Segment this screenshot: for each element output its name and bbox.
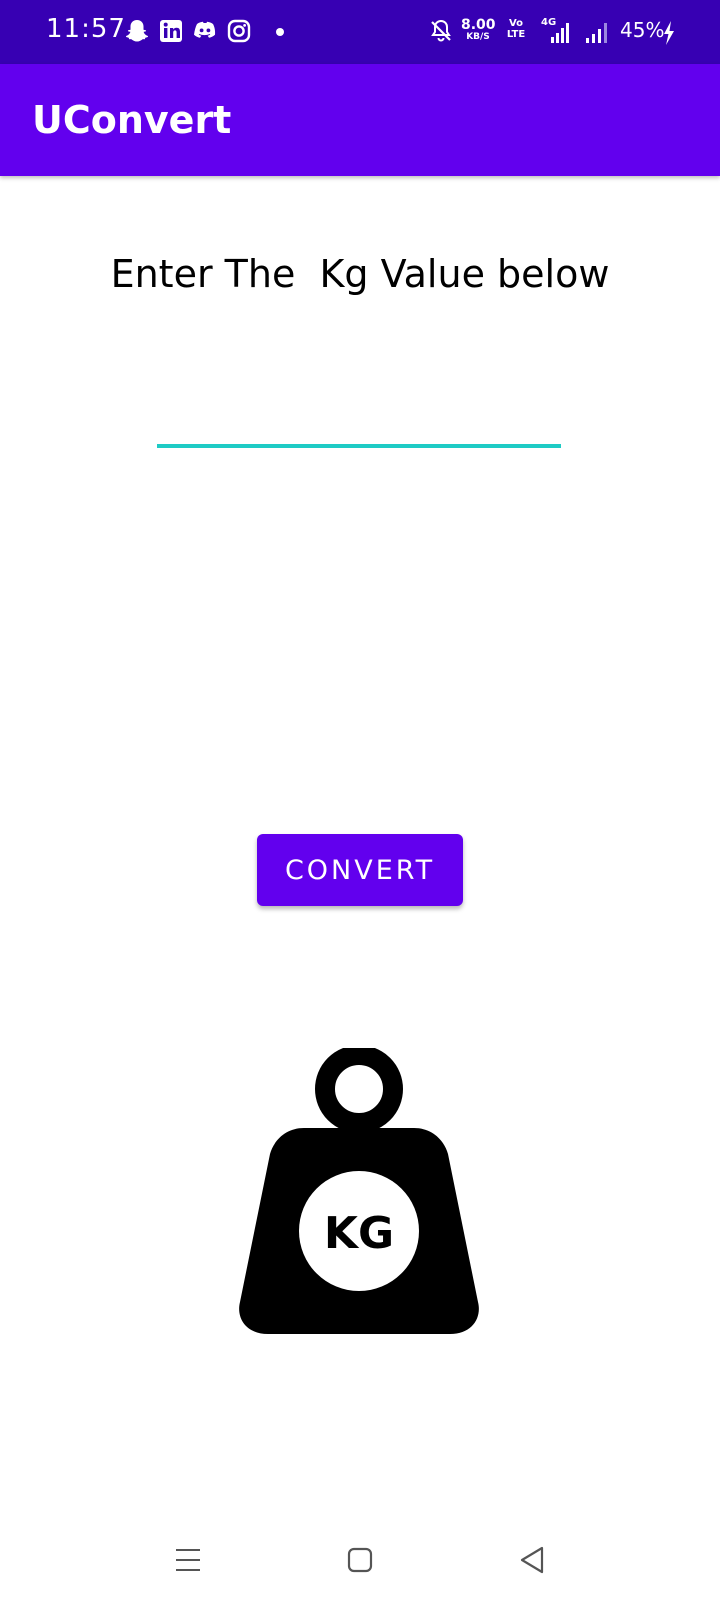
battery-charging-icon: [664, 21, 674, 45]
app-bar: UConvert: [0, 64, 720, 176]
instagram-icon: [227, 19, 251, 43]
signal-icon: [586, 23, 607, 43]
signal-icon: [551, 23, 569, 43]
volte-line2: LTE: [506, 28, 526, 40]
home-icon[interactable]: [340, 1540, 380, 1580]
status-time: 11:57: [46, 14, 126, 44]
network-speed-unit: KB/S: [466, 32, 490, 42]
kg-value-input[interactable]: [157, 392, 561, 448]
kg-weight-label: KG: [324, 1208, 394, 1259]
kg-weight-icon: KG: [239, 1048, 479, 1334]
volte-line1: Vo: [508, 18, 524, 29]
notification-dot: [276, 28, 284, 36]
network-speed: 8.00 KB/S: [461, 17, 496, 42]
app-screen: 11:57 8.00 KB/S Vo LTE 4G 45% UConvert E…: [0, 0, 720, 1600]
battery-level: 45%: [620, 18, 665, 42]
back-icon[interactable]: [512, 1540, 552, 1580]
network-speed-value: 8.00: [461, 17, 496, 33]
convert-button[interactable]: CONVERT: [257, 834, 463, 906]
discord-icon: [194, 21, 216, 38]
volte-indicator: Vo LTE: [504, 18, 528, 40]
app-title: UConvert: [32, 98, 232, 142]
linkedin-icon: [160, 20, 182, 42]
status-bar: 11:57 8.00 KB/S Vo LTE 4G 45%: [0, 0, 720, 64]
snapchat-icon: [125, 20, 149, 42]
menu-icon[interactable]: [168, 1540, 208, 1580]
navigation-bar: [0, 1520, 720, 1600]
silent-icon: [431, 19, 451, 42]
prompt-label: Enter The Kg Value below: [110, 252, 610, 296]
